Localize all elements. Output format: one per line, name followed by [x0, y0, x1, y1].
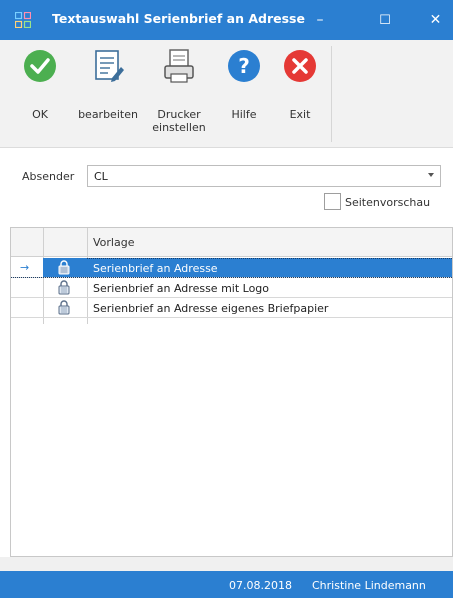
table-row[interactable]: Serienbrief an Adresse mit Logo	[11, 278, 452, 298]
absender-value: CL	[94, 170, 108, 183]
current-row-arrow-icon: →	[20, 261, 30, 274]
maximize-button[interactable]: ☐	[363, 0, 407, 40]
preview-checkbox[interactable]	[324, 193, 341, 210]
row-icon-cell	[43, 298, 87, 317]
minimize-icon: –	[316, 12, 324, 28]
chevron-down-icon	[428, 173, 434, 177]
toolbar-divider	[331, 46, 332, 142]
toolbar: OK bearbeiten Drucker einstellen ? Hilfe	[0, 40, 453, 148]
edit-label: bearbeiten	[78, 108, 138, 121]
help-label: Hilfe	[231, 108, 257, 121]
row-indicator-cell	[11, 298, 43, 317]
minimize-button[interactable]: –	[298, 0, 342, 40]
window-title: Textauswahl Serienbrief an Adresse	[52, 11, 305, 26]
printer-settings-label: Drucker einstellen	[152, 108, 206, 134]
template-name: Serienbrief an Adresse eigenes Briefpapi…	[93, 302, 329, 315]
table-row[interactable]: Serienbrief an Adresse eigenes Briefpapi…	[11, 298, 452, 318]
close-window-button[interactable]: ✕	[418, 0, 453, 40]
help-button[interactable]: ? Hilfe	[219, 48, 269, 144]
close-icon: ✕	[429, 12, 442, 28]
status-bar: 07.08.2018 Christine Lindemann	[0, 571, 453, 598]
printer-settings-button[interactable]: Drucker einstellen	[148, 48, 210, 144]
document-edit-icon	[95, 50, 124, 82]
ok-label: OK	[32, 108, 48, 121]
preview-checkbox-label[interactable]: Seitenvorschau	[345, 196, 430, 209]
template-name: Serienbrief an Adresse	[93, 262, 218, 275]
printer-page-icon	[164, 49, 194, 83]
status-date: 07.08.2018	[229, 579, 292, 592]
title-bar: Textauswahl Serienbrief an Adresse – ☐ ✕	[0, 0, 453, 40]
help-circle-icon: ?	[228, 50, 260, 82]
row-indicator-cell: →	[11, 258, 43, 277]
status-user: Christine Lindemann	[312, 579, 426, 592]
exit-label: Exit	[289, 108, 311, 121]
grid-header: Vorlage	[11, 228, 452, 257]
lock-icon	[58, 280, 70, 295]
exit-button[interactable]: Exit	[274, 48, 326, 144]
maximize-icon: ☐	[379, 12, 391, 28]
row-icon-cell	[43, 278, 87, 297]
template-grid: Vorlage → Serienbrief an Adresse Serienb…	[10, 227, 453, 557]
close-circle-icon	[284, 50, 316, 82]
row-icon-cell	[43, 258, 87, 277]
ok-button[interactable]: OK	[14, 48, 66, 144]
grid-app-icon	[15, 12, 31, 28]
absender-dropdown[interactable]: CL	[87, 165, 441, 187]
template-name: Serienbrief an Adresse mit Logo	[93, 282, 270, 295]
checkmark-circle-icon	[24, 50, 56, 82]
form-area: Absender CL Seitenvorschau	[0, 148, 453, 226]
absender-label: Absender	[22, 170, 75, 183]
svg-text:?: ?	[238, 54, 250, 78]
edit-button[interactable]: bearbeiten	[72, 48, 144, 144]
table-row[interactable]: → Serienbrief an Adresse	[11, 258, 452, 278]
column-header-vorlage[interactable]: Vorlage	[93, 236, 134, 249]
lock-icon	[58, 260, 70, 275]
grid-footer	[0, 557, 453, 571]
lock-icon	[58, 300, 70, 315]
row-indicator-cell	[11, 278, 43, 297]
